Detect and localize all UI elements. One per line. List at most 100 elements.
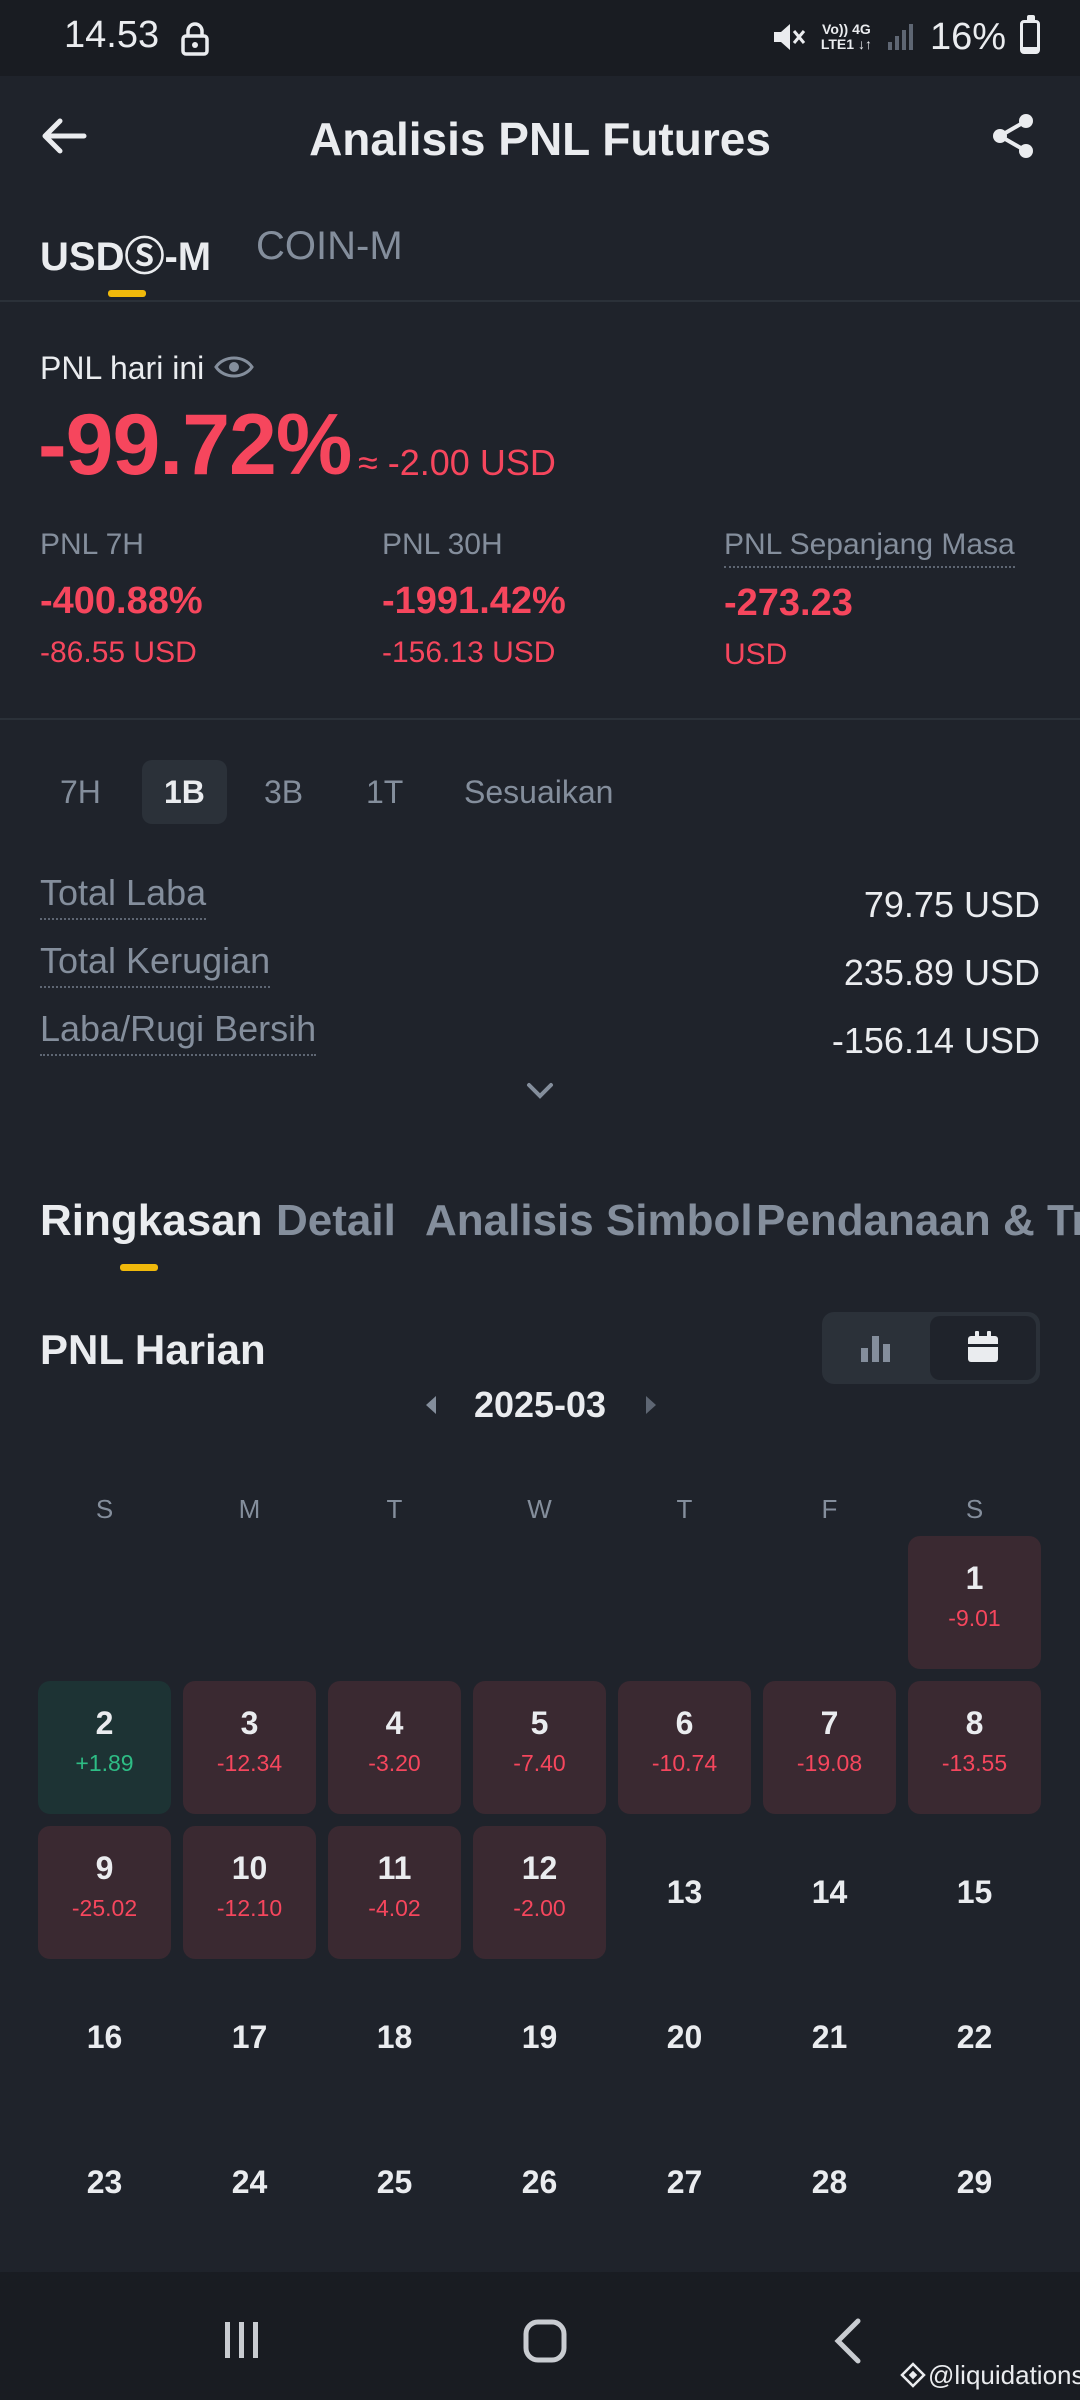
calendar-day[interactable]: 22 [908,1971,1041,2104]
calendar-day[interactable]: 11 -4.02 [328,1826,461,1959]
calendar-day[interactable]: 8 -13.55 [908,1681,1041,1814]
tab-detail[interactable]: Detail [276,1196,396,1246]
range-tab-1b[interactable]: 1B [142,760,227,824]
range-tab-7h[interactable]: 7H [38,760,123,824]
pnl-30h-label: PNL 30H [382,528,503,561]
pnl-7h-usd: -86.55 USD [40,636,197,669]
calendar-day-number: 12 [521,1850,558,1886]
weekday-header: S [965,1494,984,1524]
calendar-day[interactable]: 23 [38,2116,171,2249]
calendar-day[interactable]: 13 [618,1826,751,1959]
calendar-day[interactable]: 29 [908,2116,1041,2249]
bar-chart-icon[interactable] [858,1332,894,1364]
calendar-day-number: 15 [956,1874,993,1910]
net-pnl-value: -156.14 USD [831,1020,1040,1061]
tab-analisis-simbol[interactable]: Analisis Simbol [425,1196,753,1246]
range-tab-3b[interactable]: 3B [242,760,325,824]
tab-coin-m[interactable]: COIN-M [256,224,403,269]
weekday-header: T [386,1494,403,1524]
calendar-day[interactable]: 18 [328,1971,461,2104]
caret-left-icon[interactable] [424,1394,438,1416]
weekday-header: F [821,1494,838,1524]
calendar-day-pnl: -12.10 [216,1895,283,1921]
calendar-day[interactable]: 10 -12.10 [183,1826,316,1959]
calendar-day-number: 1 [965,1560,984,1596]
tab-ringkasan[interactable]: Ringkasan [40,1196,263,1246]
today-pnl-label: PNL hari ini [40,350,205,386]
calendar-day[interactable]: 20 [618,1971,751,2104]
signal-icon [887,24,913,50]
caret-right-icon[interactable] [644,1394,658,1416]
active-tab-indicator [108,290,146,297]
tab-usds-m[interactable]: USDⓈ-M [40,224,211,282]
battery-percent: 16% [929,15,1006,58]
calendar-day[interactable]: 7 -19.08 [763,1681,896,1814]
calendar-day[interactable]: 26 [473,2116,606,2249]
calendar-day-number: 11 [377,1850,412,1886]
network-bottom: LTE1 ↓↑ [820,36,872,52]
calendar-day[interactable]: 14 [763,1826,896,1959]
calendar-day-number: 10 [231,1850,268,1886]
home-icon[interactable] [522,2318,568,2364]
pnl-lifetime-value: -273.23 [724,582,853,624]
section-divider [0,718,1080,720]
calendar-day-pnl: -19.08 [796,1750,863,1776]
calendar-day[interactable]: 19 [473,1971,606,2104]
calendar-day[interactable]: 4 -3.20 [328,1681,461,1814]
calendar-day[interactable]: 21 [763,1971,896,2104]
calendar-day-number: 13 [666,1874,703,1910]
recents-icon[interactable] [222,2320,262,2360]
calendar-day-number: 20 [666,2019,703,2055]
total-loss-label[interactable]: Total Kerugian [40,940,271,988]
calendar-day[interactable]: 24 [183,2116,316,2249]
calendar-day[interactable]: 27 [618,2116,751,2249]
today-pnl-usd: ≈ -2.00 USD [358,442,556,483]
calendar-day[interactable]: 9 -25.02 [38,1826,171,1959]
calendar-day[interactable]: 16 [38,1971,171,2104]
calendar-day[interactable]: 12 -2.00 [473,1826,606,1959]
month-label: 2025-03 [473,1384,607,1425]
calendar-day[interactable]: 17 [183,1971,316,2104]
calendar-day-number: 29 [956,2164,993,2200]
weekday-header: M [238,1494,261,1524]
today-pnl-percent: -99.72% [38,397,352,493]
calendar-day-number: 2 [95,1705,114,1741]
total-profit-label[interactable]: Total Laba [40,872,207,920]
tab-pendanaan[interactable]: Pendanaan & Tra [756,1196,1080,1246]
calendar-day-pnl: -3.20 [368,1750,421,1776]
range-tab-custom[interactable]: Sesuaikan [442,760,635,824]
daily-pnl-title: PNL Harian [40,1326,266,1373]
chevron-down-icon[interactable] [526,1082,554,1100]
calendar-day[interactable]: 25 [328,2116,461,2249]
page-title: Analisis PNL Futures [309,113,771,165]
calendar-day-number: 9 [95,1850,114,1886]
calendar-day[interactable]: 28 [763,2116,896,2249]
total-profit-value: 79.75 USD [863,884,1040,925]
calendar-day-pnl: -10.74 [651,1750,718,1776]
binance-logo-icon [900,2362,926,2388]
calendar-day-pnl: -9.01 [948,1605,1001,1631]
pnl-lifetime-unit: USD [724,638,788,671]
net-pnl-label[interactable]: Laba/Rugi Bersih [40,1008,317,1056]
calendar-day[interactable]: 6 -10.74 [618,1681,751,1814]
calendar-day-number: 25 [376,2164,413,2200]
calendar-day[interactable]: 1 -9.01 [908,1536,1041,1669]
calendar-icon[interactable] [966,1330,1000,1364]
calendar-day[interactable]: 15 [908,1826,1041,1959]
tab-divider [0,300,1080,302]
calendar-day[interactable]: 3 -12.34 [183,1681,316,1814]
range-tab-1t[interactable]: 1T [344,760,425,824]
eye-icon[interactable] [214,352,254,382]
total-loss-value: 235.89 USD [843,952,1040,993]
calendar-day[interactable]: 5 -7.40 [473,1681,606,1814]
share-icon[interactable] [990,112,1036,160]
status-right: Vo)) 4G LTE1 ↓↑ 16% [771,12,1040,62]
pnl-30h-value: -1991.42% [382,580,566,622]
calendar-day-number: 27 [666,2164,703,2200]
calendar-day-pnl: +1.89 [75,1750,134,1776]
pnl-lifetime-label[interactable]: PNL Sepanjang Masa [724,528,1015,568]
calendar-day-number: 8 [965,1705,984,1741]
weekday-header: S [95,1494,114,1524]
back-icon[interactable] [832,2318,862,2364]
calendar-day[interactable]: 2 +1.89 [38,1681,171,1814]
